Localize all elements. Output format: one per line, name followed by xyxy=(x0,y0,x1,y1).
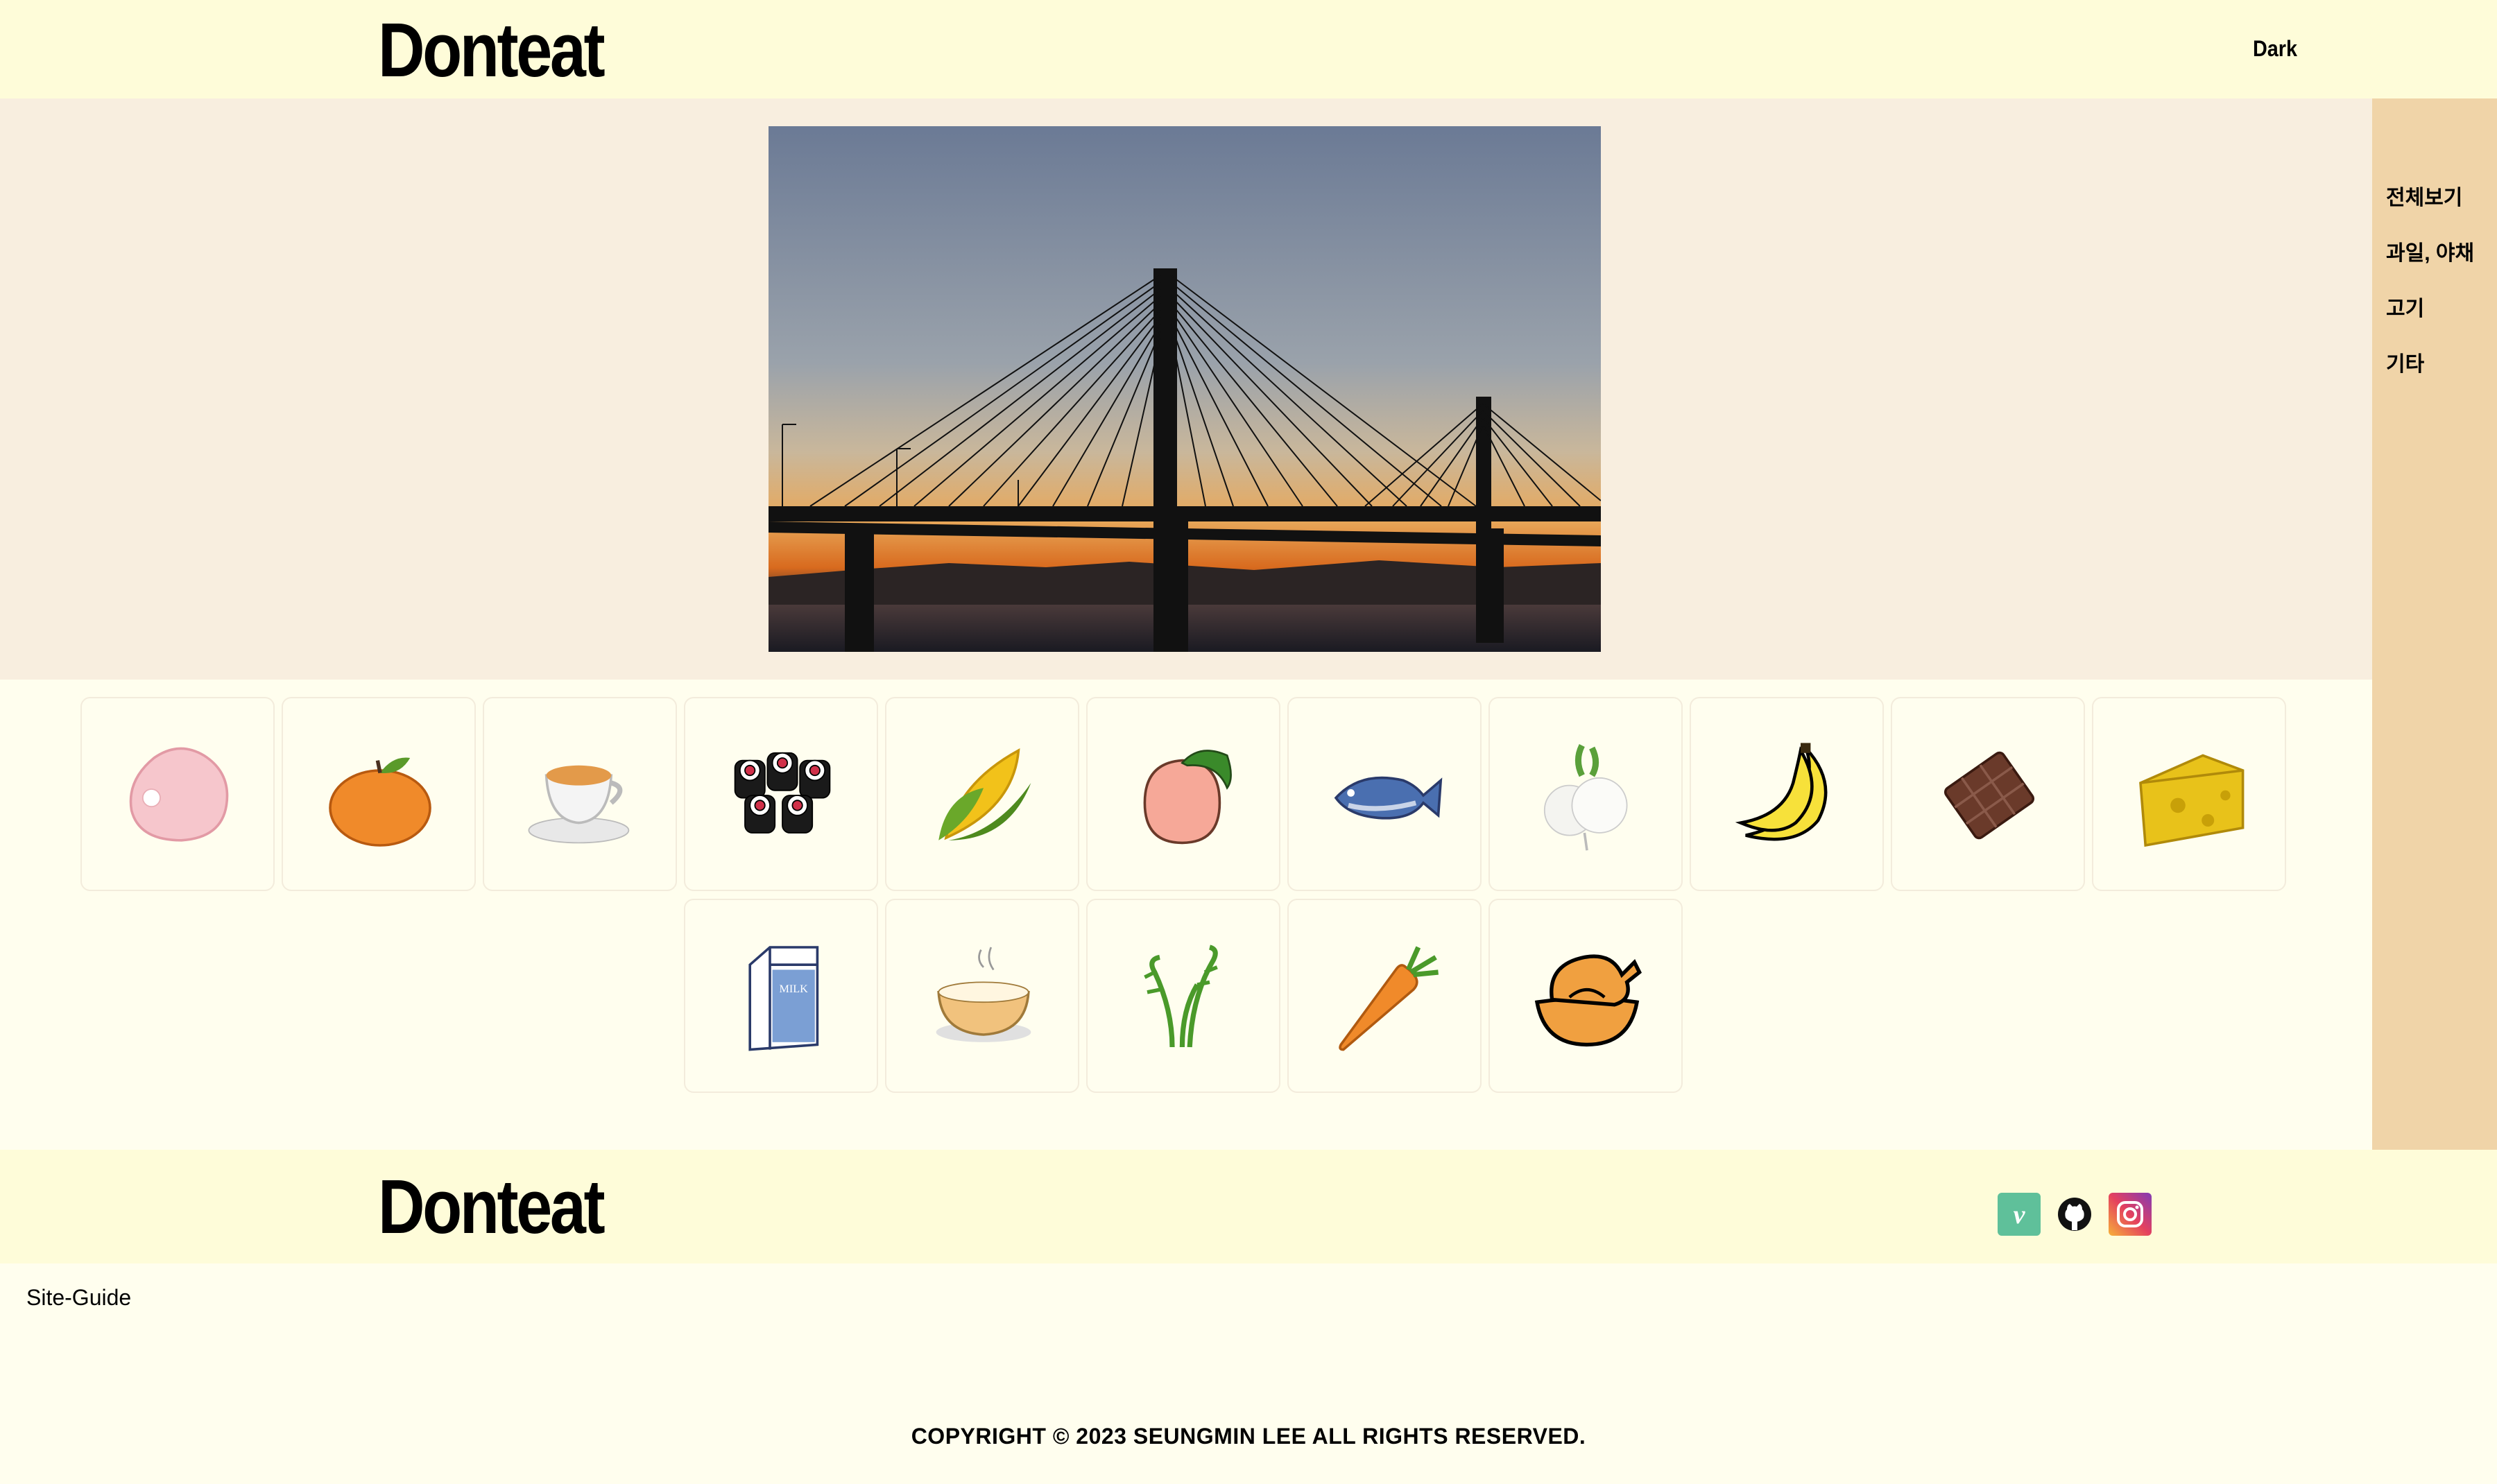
food-card-chocolate[interactable] xyxy=(1891,697,2085,891)
roast-chicken-icon xyxy=(1534,954,1642,1047)
sidebar-item-meat[interactable]: 고기 xyxy=(2386,291,2424,322)
category-sidebar: 전체보기 과일, 야채 고기 기타 xyxy=(2372,98,2497,1150)
hero-banner xyxy=(0,98,2372,680)
svg-text:MILK: MILK xyxy=(780,983,809,995)
site-logo[interactable]: Donteat xyxy=(378,12,606,89)
food-card-sushi[interactable] xyxy=(684,697,878,891)
food-card-fish[interactable] xyxy=(1287,697,1482,891)
food-card-ham[interactable] xyxy=(80,697,275,891)
food-card-milk[interactable]: MILK xyxy=(684,899,878,1093)
site-header: Donteat Dark xyxy=(0,0,2497,98)
sidebar-item-etc[interactable]: 기타 xyxy=(2386,347,2424,377)
food-card-tea[interactable] xyxy=(483,697,677,891)
food-card-tangerine[interactable] xyxy=(282,697,476,891)
sushi-roll-icon xyxy=(734,752,831,834)
bridge-sunset-photo xyxy=(769,126,1601,652)
corn-icon xyxy=(938,748,1031,840)
food-card-turnip[interactable] xyxy=(1488,697,1683,891)
food-card-chicken[interactable] xyxy=(1488,899,1683,1093)
github-icon[interactable] xyxy=(2053,1193,2096,1236)
sidebar-item-all[interactable]: 전체보기 xyxy=(2386,180,2462,211)
food-card-cheese[interactable] xyxy=(2092,697,2286,891)
soup-bowl-icon xyxy=(936,947,1031,1042)
svg-text:v: v xyxy=(2014,1200,2026,1230)
instagram-icon[interactable] xyxy=(2109,1193,2152,1236)
food-card-banana[interactable] xyxy=(1690,697,1884,891)
food-card-soup[interactable] xyxy=(885,899,1079,1093)
dark-mode-toggle[interactable]: Dark xyxy=(2238,33,2312,64)
carrot-icon xyxy=(1339,946,1439,1051)
turnip-icon xyxy=(1543,743,1628,851)
banana-icon xyxy=(1735,743,1828,841)
site-guide-link[interactable]: Site-Guide xyxy=(26,1285,131,1311)
tea-cup-icon xyxy=(528,765,630,844)
fern-brake-icon xyxy=(1144,944,1218,1048)
food-card-carrot[interactable] xyxy=(1287,899,1482,1093)
peach-icon xyxy=(1143,750,1232,845)
velog-icon[interactable]: v xyxy=(1998,1193,2041,1236)
copyright-text: COPYRIGHT © 2023 SEUNGMIN LEE ALL RIGHTS… xyxy=(911,1424,1586,1449)
cheese-icon xyxy=(2139,754,2245,847)
sidebar-item-fruit-vegetable[interactable]: 과일, 야채 xyxy=(2386,236,2474,266)
food-card-corn[interactable] xyxy=(885,697,1079,891)
food-card-fern[interactable] xyxy=(1086,899,1280,1093)
tangerine-icon xyxy=(329,757,431,847)
fish-icon xyxy=(1334,776,1443,820)
ham-icon xyxy=(129,747,229,842)
milk-carton-icon: MILK xyxy=(748,946,819,1051)
chocolate-icon xyxy=(1943,751,2035,840)
footer-logo[interactable]: Donteat xyxy=(378,1169,606,1245)
food-card-peach[interactable] xyxy=(1086,697,1280,891)
